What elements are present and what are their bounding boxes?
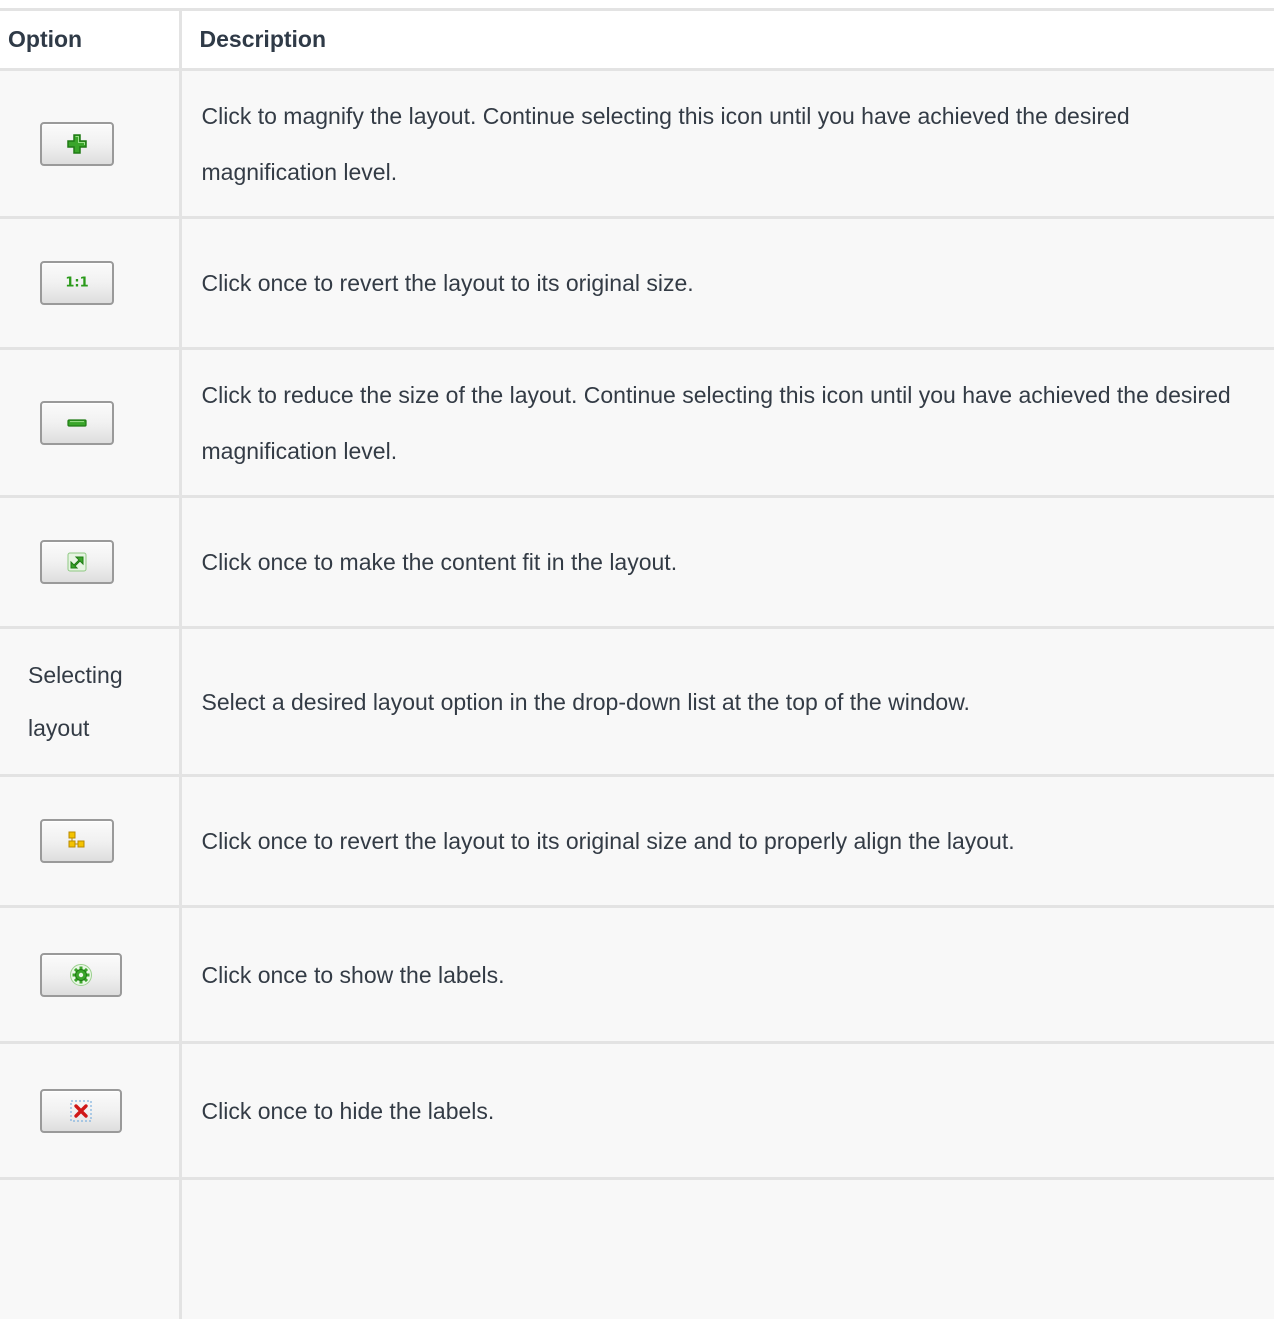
description-cell: Click to reduce the size of the layout. …	[178, 347, 1274, 498]
zoom-out-icon	[67, 418, 87, 427]
show-labels-button[interactable]	[40, 952, 122, 997]
show-labels-icon	[70, 963, 92, 986]
header-description: Description	[178, 8, 1274, 71]
option-cell: Selecting layout	[0, 626, 182, 777]
actual-size-icon: 1:1	[65, 275, 89, 291]
table-row: Click once to show the labels.	[0, 905, 1274, 1044]
align-layout-button[interactable]	[40, 819, 114, 863]
table-row: Click once to revert the layout to its o…	[0, 774, 1274, 908]
hide-labels-button[interactable]	[40, 1088, 122, 1133]
table-row: 1:1 Click once to revert the layout to i…	[0, 216, 1274, 350]
table-row: Click once to hide the labels.	[0, 1041, 1274, 1180]
option-cell	[0, 495, 182, 629]
zoom-in-icon	[67, 133, 87, 154]
option-cell	[0, 68, 182, 219]
description-cell: Click once to show the labels.	[178, 905, 1274, 1044]
description-cell: Click to magnify the layout. Continue se…	[178, 68, 1274, 219]
table-header-row: Option Description	[0, 8, 1274, 71]
description-cell	[178, 1177, 1274, 1319]
option-cell: 1:1	[0, 216, 182, 350]
table-row: Click to reduce the size of the layout. …	[0, 347, 1274, 498]
table-row: Selecting layout Select a desired layout…	[0, 626, 1274, 777]
zoom-out-button[interactable]	[40, 400, 114, 445]
option-cell	[0, 1177, 182, 1319]
option-cell	[0, 347, 182, 498]
description-cell: Select a desired layout option in the dr…	[178, 626, 1274, 777]
description-cell: Click once to make the content fit in th…	[178, 495, 1274, 629]
align-layout-icon	[68, 831, 85, 848]
table-row: Click once to make the content fit in th…	[0, 495, 1274, 629]
description-cell: Click once to revert the layout to its o…	[178, 216, 1274, 350]
header-option: Option	[0, 8, 182, 71]
fit-content-icon	[67, 552, 87, 572]
fit-content-button[interactable]	[40, 540, 114, 584]
options-table: Option Description Click to magnify the …	[0, 8, 1274, 1319]
option-cell	[0, 1041, 182, 1180]
option-cell	[0, 774, 182, 908]
actual-size-button[interactable]: 1:1	[40, 261, 114, 305]
description-cell: Click once to revert the layout to its o…	[178, 774, 1274, 908]
hide-labels-icon	[70, 1099, 92, 1122]
table-row	[0, 1177, 1274, 1319]
option-text: Selecting layout	[28, 661, 123, 741]
description-cell: Click once to hide the labels.	[178, 1041, 1274, 1180]
table-row: Click to magnify the layout. Continue se…	[0, 68, 1274, 219]
zoom-in-button[interactable]	[40, 121, 114, 166]
option-cell	[0, 905, 182, 1044]
